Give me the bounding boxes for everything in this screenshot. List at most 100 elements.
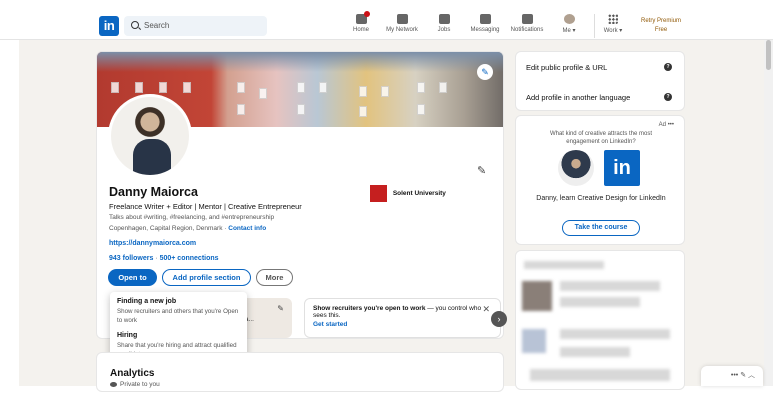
banner-window [183,82,191,93]
blurred-block [560,281,660,291]
school-logo-icon [370,185,387,202]
nav-my-network[interactable]: My Network [381,14,423,38]
search-placeholder: Search [144,21,170,30]
ad-card: Ad ••• What kind of creative attracts th… [515,115,685,245]
messaging-controls[interactable]: ••• ✎ ︿ [731,372,755,379]
help-icon[interactable]: ? [664,63,672,71]
network-icon [396,14,408,24]
dropdown-item-title: Finding a new job [117,298,177,305]
profile-website-link[interactable]: https://dannymaiorca.com [109,240,196,247]
banner-window [111,82,119,93]
take-the-course-button[interactable]: Take the course [562,220,640,236]
nav-messaging-label: Messaging [470,27,500,33]
banner-sky [97,52,503,72]
profile-location-row: Copenhagen, Capital Region, Denmark · Co… [109,225,266,232]
bell-icon [521,14,533,24]
open-to-button[interactable]: Open to [108,269,157,286]
contact-info-link[interactable]: Contact info [228,225,266,232]
linkedin-logo-icon: in [604,150,640,186]
avatar-icon [563,14,575,24]
nav-network-label: My Network [386,27,418,33]
banner-window [359,106,367,117]
eye-icon [110,381,117,387]
ad-user-avatar [558,150,594,186]
banner-window [135,82,143,93]
nav-work-label: Work ▾ [603,28,623,34]
analytics-card: Analytics Private to you [96,352,504,392]
premium-line1: Retry Premium [640,18,681,24]
chevron-right-icon: › [497,314,501,324]
analytics-subtitle: Private to you [110,381,160,388]
ad-text: Danny, learn Creative Design for LinkedI… [536,195,666,202]
scrollbar-thumb[interactable] [766,40,771,70]
more-options-icon[interactable]: ••• [668,122,674,128]
open-to-work-card: Show recruiters you're open to work — yo… [304,298,501,338]
banner-window [297,82,305,93]
blurred-block [560,329,670,339]
followers-link[interactable]: 943 followers [109,255,153,262]
banner-window [359,86,367,97]
education-link[interactable]: Solent University [370,185,446,202]
profile-stats: 943 followers · 500+ connections [109,255,219,262]
profile-location: Copenhagen, Capital Region, Denmark [109,225,223,232]
pencil-icon[interactable]: ✎ [277,304,284,313]
banner-window [417,82,425,93]
linkedin-logo-icon[interactable]: in [99,16,119,36]
add-language-profile-link[interactable]: Add profile in another language [526,93,630,102]
scrollbar-track[interactable] [764,40,773,386]
edit-public-profile-link[interactable]: Edit public profile & URL [526,63,607,72]
search-icon [131,21,139,29]
connections-link[interactable]: 500+ connections [160,255,219,262]
school-name: Solent University [392,190,446,198]
add-profile-section-button[interactable]: Add profile section [162,269,251,286]
get-started-link[interactable]: Get started [313,321,492,328]
blurred-block [524,261,604,269]
top-navigation-bar: in Search Home My Network Jobs Messaging… [0,0,773,40]
dropdown-item-desc: Show recruiters and others that you're O… [117,308,239,324]
message-icon [479,14,491,24]
profile-settings-card: Edit public profile & URL ? Add profile … [515,51,685,111]
close-icon[interactable]: ✕ [482,304,490,315]
search-input[interactable]: Search [124,16,267,36]
premium-link[interactable]: Retry Premium Free [630,17,692,35]
nav-notifications[interactable]: Notifications [506,14,548,38]
blurred-avatar [522,329,546,353]
analytics-title: Analytics [110,368,155,379]
nav-divider [594,14,595,38]
banner-window [381,86,389,97]
nav-home[interactable]: Home [349,11,373,38]
pencil-icon: ✎ [481,67,489,77]
banner-window [237,82,245,93]
edit-intro-button[interactable]: ✎ [477,164,486,177]
nav-work[interactable]: Work ▾ [600,14,626,38]
nav-notifications-label: Notifications [510,27,544,33]
blurred-block [560,297,640,307]
nav-me[interactable]: Me ▾ [558,14,580,38]
banner-window [259,88,267,99]
ad-label-text: Ad [658,122,667,128]
banner-window [439,82,447,93]
grid-icon [608,14,618,24]
nav-jobs[interactable]: Jobs [433,14,455,38]
premium-line2: Free [654,27,668,33]
edit-banner-button[interactable]: ✎ [477,64,493,80]
help-icon[interactable]: ? [664,93,672,101]
banner-window [159,82,167,93]
blurred-block [560,347,630,357]
messaging-minimized-bar[interactable]: ••• ✎ ︿ [701,366,763,386]
blurred-avatar [522,281,552,311]
nav-messaging[interactable]: Messaging [467,14,503,38]
banner-window [237,104,245,115]
nav-home-label: Home [352,27,369,33]
profile-headline: Freelance Writer + Editor | Mentor | Cre… [109,202,302,211]
profile-name: Danny Maiorca [109,185,198,199]
dropdown-item-title: Hiring [117,332,138,339]
ad-label: Ad ••• [659,122,674,128]
dropdown-item-finding-job[interactable]: Finding a new job Show recruiters and ot… [117,298,240,325]
blurred-suggestions-card [515,250,685,390]
profile-photo[interactable] [108,94,192,178]
banner-window [297,104,305,115]
more-button[interactable]: More [256,269,293,286]
carousel-next-button[interactable]: › [491,311,507,327]
nav-jobs-label: Jobs [437,27,451,33]
